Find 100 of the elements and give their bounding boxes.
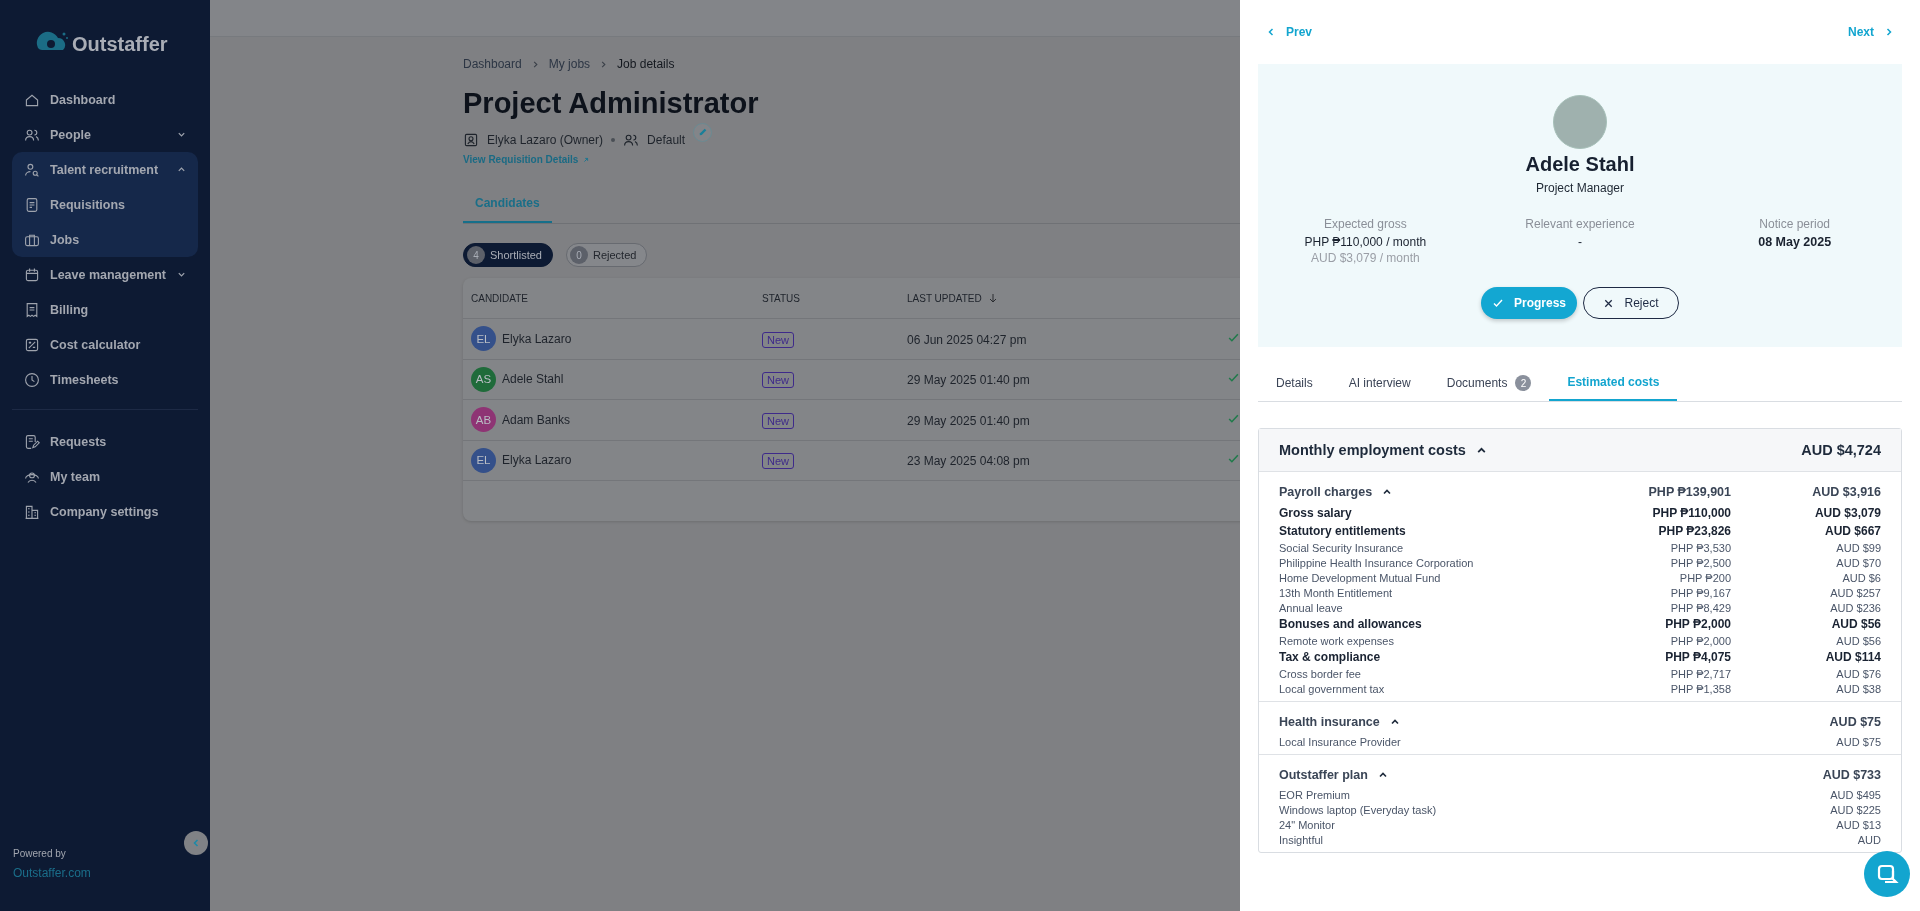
- calculator-icon: [24, 336, 40, 353]
- document-icon: [24, 196, 40, 213]
- stat-value: PHP ₱110,000 / month: [1303, 235, 1428, 249]
- tab[interactable]: Documents 2: [1428, 363, 1550, 401]
- sidebar-item[interactable]: People: [12, 117, 198, 152]
- cost-label: 24" Monitor: [1279, 818, 1335, 831]
- section-title[interactable]: Payroll charges: [1279, 485, 1373, 499]
- candidate-name: Adele Stahl: [1525, 153, 1635, 176]
- amount-text: AUD $6: [1842, 571, 1881, 584]
- section-title[interactable]: Health insurance: [1279, 715, 1380, 729]
- filter-chip[interactable]: 4 Shortlisted: [463, 243, 553, 267]
- sidebar-item[interactable]: Timesheets: [12, 362, 198, 397]
- section-title[interactable]: Outstaffer plan: [1279, 768, 1368, 782]
- cost-label: Annual leave: [1279, 601, 1343, 614]
- people-icon: [623, 132, 640, 148]
- amount-text: AUD $257: [1830, 586, 1881, 599]
- powered-by-text: Powered by: [13, 848, 67, 859]
- candidate-role: Project Manager: [1535, 181, 1624, 195]
- sidebar-item[interactable]: Jobs: [12, 222, 198, 257]
- stat-secondary: AUD $3,079 / month: [1309, 251, 1421, 265]
- amount-text: AUD $99: [1836, 541, 1881, 554]
- chevron-up-icon[interactable]: [1389, 717, 1400, 727]
- tab[interactable]: AI interview: [1330, 363, 1429, 401]
- receipt-icon: [24, 301, 40, 318]
- amount-text: PHP ₱23,826: [1658, 524, 1731, 538]
- candidate-name[interactable]: Elyka Lazaro: [502, 331, 572, 346]
- amount-text: AUD $225: [1830, 803, 1881, 816]
- table-cell: 23 May 2025 04:08 pm: [907, 454, 1030, 469]
- cost-label: Windows laptop (Everyday task): [1279, 803, 1437, 816]
- costs-title[interactable]: Monthly employment costs: [1279, 442, 1466, 458]
- amount-text: AUD $75: [1836, 735, 1881, 748]
- amount-text: PHP ₱2,000: [1665, 617, 1731, 631]
- status-tag: New: [762, 412, 794, 429]
- sidebar-item[interactable]: My team: [12, 459, 198, 494]
- candidate-name[interactable]: Elyka Lazaro: [502, 453, 572, 468]
- column-header[interactable]: LAST UPDATED: [907, 292, 1227, 304]
- stat-label: Expected gross: [1322, 217, 1408, 231]
- amount-text: AUD $3,916: [1812, 485, 1881, 499]
- status-tag: New: [762, 331, 794, 348]
- amount-text: AUD: [1857, 833, 1881, 846]
- chevron-left-icon: [1266, 27, 1276, 37]
- chevron-right-icon: [599, 59, 609, 69]
- sidebar-item[interactable]: Cost calculator: [12, 327, 198, 362]
- person-badge-icon: [463, 132, 479, 148]
- amount-text: AUD $75: [1829, 715, 1881, 729]
- check-icon: [1492, 297, 1504, 309]
- sidebar-item[interactable]: Company settings: [12, 494, 198, 529]
- cost-label: Bonuses and allowances: [1279, 617, 1422, 631]
- building-icon: [24, 503, 40, 520]
- amount-text: PHP ₱2,500: [1670, 556, 1731, 569]
- breadcrumb-link[interactable]: My jobs: [548, 57, 591, 71]
- sidebar-item[interactable]: Leave management: [12, 257, 198, 292]
- arrow-down-icon[interactable]: [987, 293, 998, 303]
- sidebar-item[interactable]: Requisitions: [12, 187, 198, 222]
- chevron-up-icon[interactable]: [1382, 487, 1393, 497]
- column-header[interactable]: STATUS: [762, 292, 907, 304]
- amount-text: AUD $13: [1836, 818, 1881, 831]
- table-cell: 29 May 2025 01:40 pm: [907, 373, 1030, 388]
- calendar-icon: [24, 266, 40, 283]
- collapse-button[interactable]: [184, 831, 208, 855]
- avatar-initials: EL: [471, 447, 496, 473]
- cost-label: Home Development Mutual Fund: [1279, 571, 1441, 584]
- candidate-name[interactable]: Adam Banks: [502, 412, 571, 427]
- column-header[interactable]: CANDIDATE: [463, 292, 762, 304]
- stat-value: -: [1577, 235, 1583, 249]
- help-chat-button[interactable]: [1864, 851, 1910, 897]
- chevron-left-icon: [191, 838, 201, 848]
- amount-text: AUD $70: [1836, 556, 1881, 569]
- amount-text: PHP ₱2,000: [1670, 634, 1731, 647]
- owner-text: Elyka Lazaro (Owner): [487, 133, 604, 147]
- cost-label: Gross salary: [1279, 506, 1352, 520]
- sidebar-item[interactable]: Dashboard: [12, 82, 198, 117]
- tab[interactable]: Details: [1258, 363, 1331, 401]
- sidebar-item[interactable]: Requests: [12, 424, 198, 459]
- amount-text: AUD $38: [1836, 682, 1881, 695]
- breadcrumb-link[interactable]: Dashboard: [463, 57, 522, 71]
- amount-text: AUD $56: [1836, 634, 1881, 647]
- avatar-initials: EL: [471, 326, 496, 352]
- chevron-up-icon[interactable]: [1377, 770, 1388, 780]
- amount-text: PHP ₱139,901: [1648, 485, 1731, 499]
- document-edit-icon: [24, 433, 40, 450]
- cost-label: Cross border fee: [1279, 667, 1361, 680]
- cost-label: Tax & compliance: [1279, 650, 1381, 664]
- pencil-icon: [697, 127, 708, 137]
- status-tag: New: [762, 453, 794, 470]
- avatar-initials: AB: [471, 407, 496, 433]
- amount-text: PHP ₱8,429: [1670, 601, 1731, 614]
- filter-chip[interactable]: 0 Rejected: [566, 243, 648, 267]
- amount-text: PHP ₱110,000: [1652, 506, 1731, 520]
- status-tag: New: [762, 372, 794, 389]
- amount-text: PHP ₱3,530: [1670, 541, 1731, 554]
- close-icon: [1603, 297, 1615, 309]
- chevron-right-icon: [1884, 27, 1894, 37]
- candidate-name[interactable]: Adele Stahl: [502, 372, 564, 387]
- amount-text: PHP ₱1,358: [1670, 682, 1731, 695]
- sidebar-item[interactable]: Talent recruitment: [12, 152, 198, 187]
- sidebar-item[interactable]: Billing: [12, 292, 198, 327]
- amount-text: AUD $3,079: [1814, 506, 1881, 520]
- logo-text: Outstaffer: [72, 32, 168, 56]
- amount-text: PHP ₱200: [1679, 571, 1731, 584]
